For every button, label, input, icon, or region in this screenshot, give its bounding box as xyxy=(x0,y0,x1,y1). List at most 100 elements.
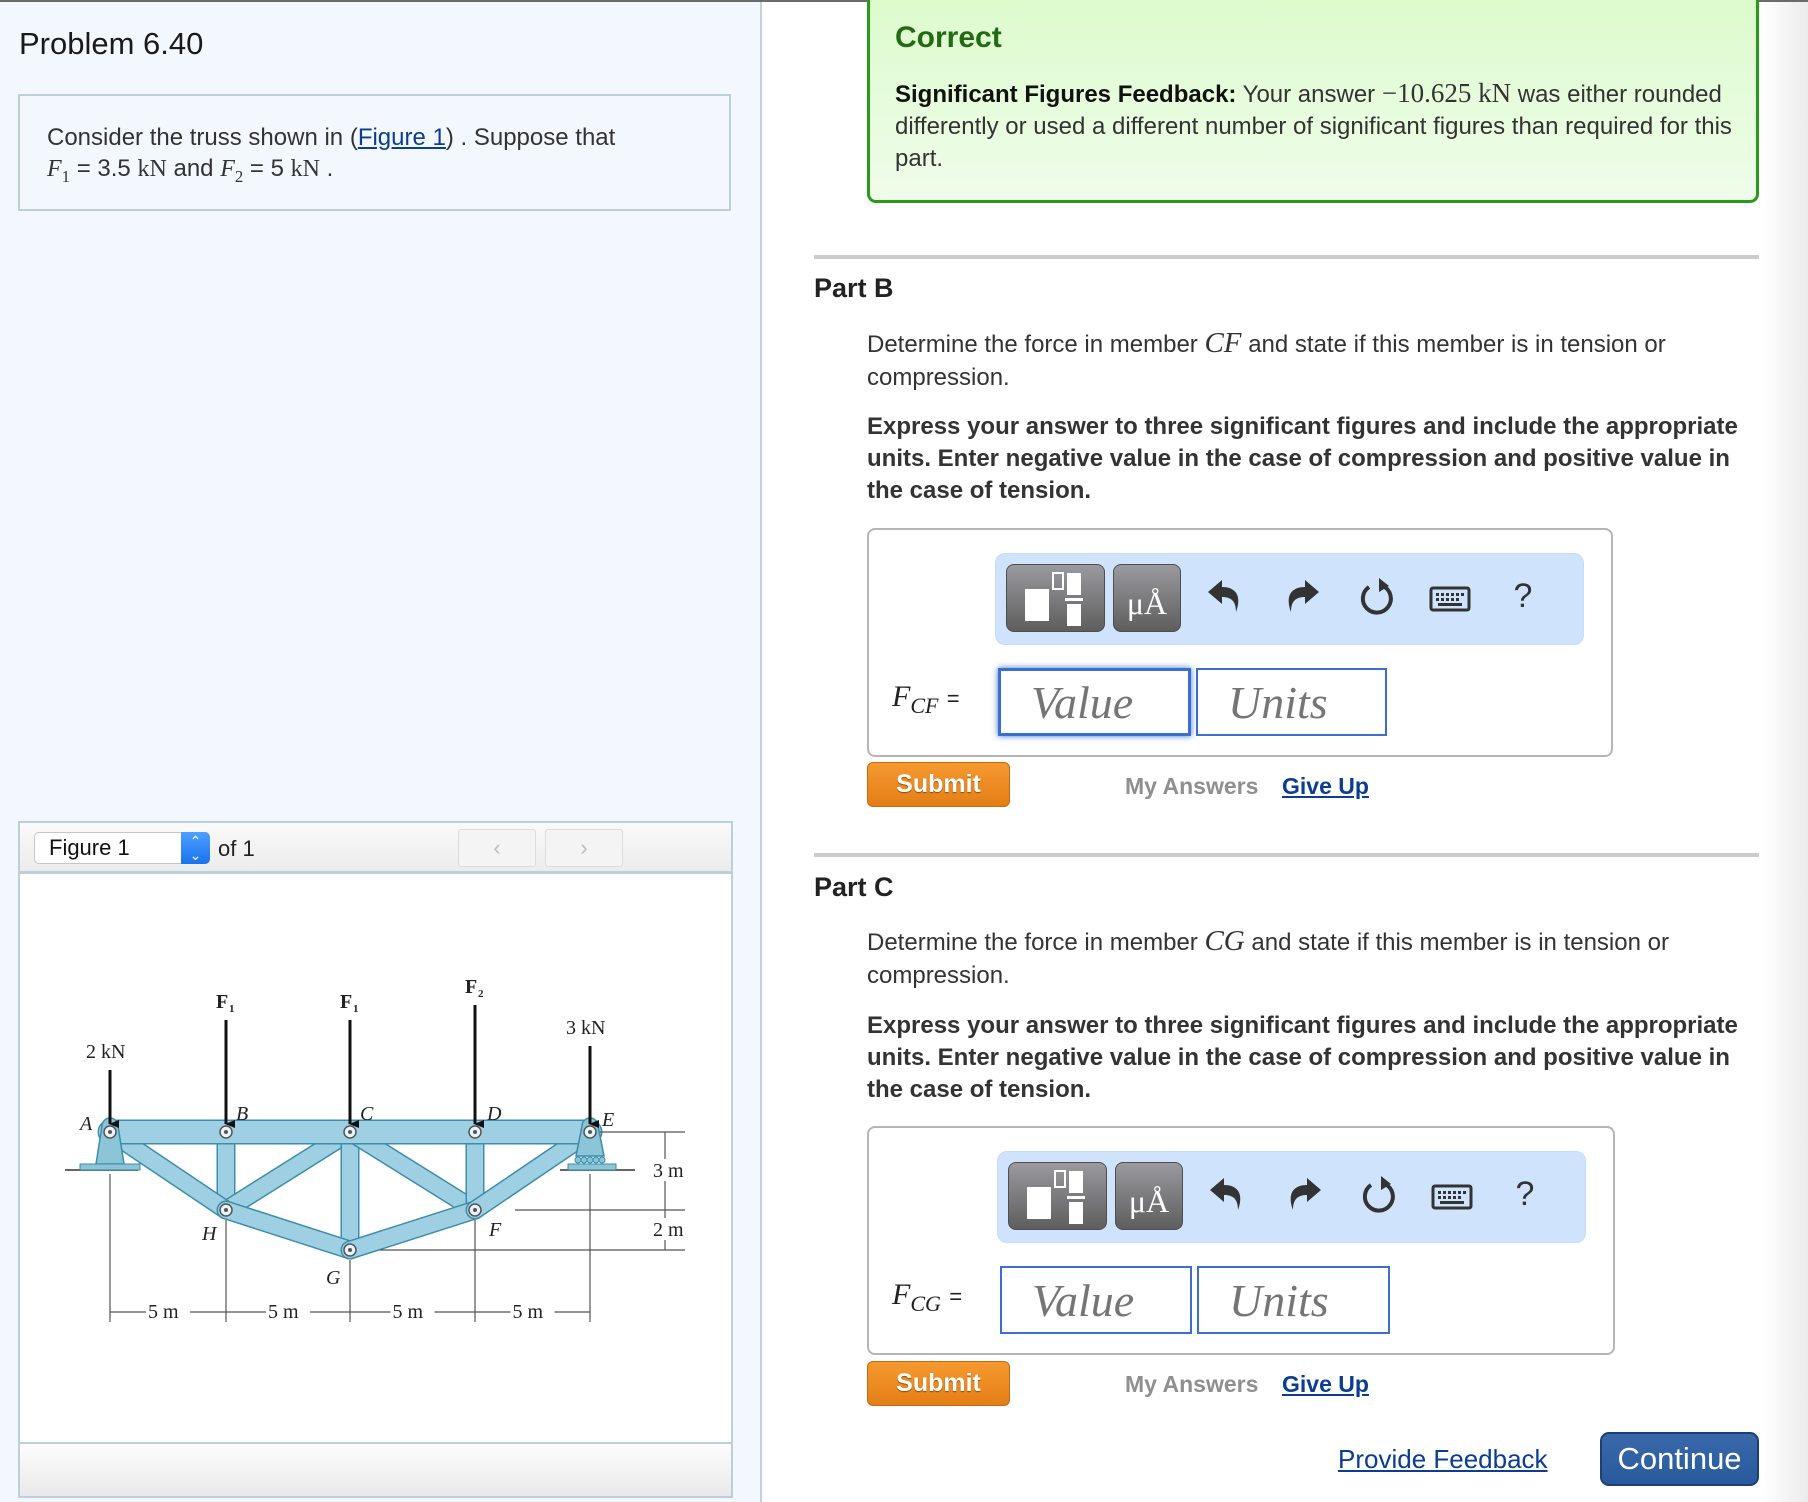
height-dimension-label-1: 3 m xyxy=(653,1160,684,1182)
prev-figure-button[interactable]: ‹ xyxy=(458,829,536,867)
help-icon[interactable]: ? xyxy=(1503,1172,1547,1222)
fraction-template-icon xyxy=(1027,1170,1085,1224)
redo-icon[interactable] xyxy=(1279,574,1323,624)
f2-unit: kN xyxy=(290,156,320,182)
part-b-instructions: Express your answer to three significant… xyxy=(867,413,1738,504)
feedback-label: Significant Figures Feedback: xyxy=(895,81,1237,108)
my-answers-link[interactable]: My Answers xyxy=(1125,1371,1258,1398)
roller-icon xyxy=(586,1156,594,1164)
statement-text: ) . Suppose that xyxy=(445,124,616,151)
f1-symbol: F xyxy=(47,156,62,182)
question-text: Determine the force in member xyxy=(867,929,1205,956)
equals-sign: = xyxy=(949,1284,963,1309)
feedback-title: Correct xyxy=(895,21,1002,54)
units-button[interactable]: μÅ xyxy=(1113,564,1181,632)
keyboard-icon[interactable] xyxy=(1428,574,1472,624)
chevron-right-icon: › xyxy=(580,835,588,860)
math-toolbar: μÅ ? xyxy=(997,1151,1586,1243)
undo-icon[interactable] xyxy=(1206,1172,1250,1222)
joint-pin-center xyxy=(348,1248,352,1252)
submit-button[interactable]: Submit xyxy=(867,762,1010,807)
select-stepper-icon: ⌃ ⌄ xyxy=(181,832,210,864)
math-toolbar: μÅ ? xyxy=(995,553,1584,645)
joint-label-h: H xyxy=(201,1223,218,1245)
problem-panel: Problem 6.40 Consider the truss shown in… xyxy=(0,2,762,1502)
roller-icon xyxy=(598,1156,606,1164)
units-button[interactable]: μÅ xyxy=(1115,1162,1183,1230)
member-name: CG xyxy=(1204,925,1245,957)
value-input[interactable] xyxy=(998,668,1191,736)
load-label-b: F xyxy=(216,991,228,1013)
joint-label-c: C xyxy=(360,1103,374,1125)
continue-button[interactable]: Continue xyxy=(1600,1432,1759,1486)
figure-link[interactable]: Figure 1 xyxy=(358,124,446,151)
support-base-a xyxy=(79,1163,141,1171)
joint-label-b: B xyxy=(236,1103,248,1125)
value-input[interactable] xyxy=(1000,1266,1192,1334)
part-c-label: Part C xyxy=(814,872,894,902)
answer-label: FCF = xyxy=(892,680,960,719)
height-dimension-label-2: 2 m xyxy=(653,1219,684,1241)
reset-icon[interactable] xyxy=(1357,1172,1401,1222)
units-input[interactable] xyxy=(1196,668,1387,736)
redo-icon[interactable] xyxy=(1281,1172,1325,1222)
joint-label-d: D xyxy=(486,1103,502,1125)
help-icon[interactable]: ? xyxy=(1501,574,1545,624)
problem-statement-box: Consider the truss shown in (Figure 1) .… xyxy=(18,94,731,211)
joint-pin-center xyxy=(108,1130,112,1134)
right-gutter xyxy=(1762,2,1808,1502)
f1-unit: kN xyxy=(137,156,167,182)
f2-symbol: F xyxy=(220,156,235,182)
part-b-question: Determine the force in member CF and sta… xyxy=(867,327,1757,394)
feedback-correct-box: Correct Significant Figures Feedback: Yo… xyxy=(867,0,1759,203)
and-text: and xyxy=(166,155,221,182)
equals-sign: = xyxy=(946,686,960,711)
provide-feedback-link[interactable]: Provide Feedback xyxy=(1338,1444,1548,1475)
answer-label: FCG = xyxy=(892,1278,962,1317)
load-label-d-sub: 2 xyxy=(478,988,484,1000)
statement-text: Consider the truss shown in ( xyxy=(47,124,358,151)
submit-button[interactable]: Submit xyxy=(867,1361,1010,1406)
templates-button[interactable] xyxy=(1008,1162,1107,1230)
span-dimension-label-2: 5 m xyxy=(268,1301,299,1323)
problem-title: Problem 6.40 xyxy=(19,26,204,61)
units-input[interactable] xyxy=(1197,1266,1390,1334)
support-base-e xyxy=(567,1163,617,1171)
part-b-answer-box: μÅ ? FCF = xyxy=(867,528,1613,757)
templates-button[interactable] xyxy=(1006,564,1105,632)
question-text: Determine the force in member xyxy=(867,331,1205,358)
figure-select[interactable]: Figure 1 ⌃ ⌄ xyxy=(34,832,210,864)
units-icon: μÅ xyxy=(1126,585,1168,621)
joint-pin-center xyxy=(588,1130,592,1134)
part-b-divider xyxy=(814,255,1759,259)
f2-subscript: 2 xyxy=(234,166,244,186)
answer-symbol: F xyxy=(892,680,911,713)
joint-label-g: G xyxy=(326,1267,341,1289)
span-dimension-label-1: 5 m xyxy=(148,1301,179,1323)
joint-label-a: A xyxy=(78,1113,93,1135)
part-b-label: Part B xyxy=(814,273,894,303)
keyboard-icon[interactable] xyxy=(1430,1172,1474,1222)
give-up-link[interactable]: Give Up xyxy=(1282,773,1369,800)
give-up-link[interactable]: Give Up xyxy=(1282,1371,1369,1398)
member-hg xyxy=(218,1202,358,1258)
my-answers-link[interactable]: My Answers xyxy=(1125,773,1258,800)
reset-icon[interactable] xyxy=(1355,574,1399,624)
undo-icon[interactable] xyxy=(1204,574,1248,624)
joint-label-f: F xyxy=(488,1219,502,1241)
figure-select-value: Figure 1 xyxy=(49,835,130,860)
next-figure-button[interactable]: › xyxy=(545,829,623,867)
answer-subscript: CF xyxy=(910,693,939,718)
joint-pin-center xyxy=(224,1130,228,1134)
load-label-b-sub: 1 xyxy=(229,1003,235,1015)
figure-viewer: Figure 1 ⌃ ⌄ of 1 ‹ › 2 kN F 1 F 1 F 2 3 kN A B C D E… xyxy=(18,821,733,1498)
member-gf xyxy=(342,1202,483,1258)
joint-pin-center xyxy=(224,1208,228,1212)
roller-icon xyxy=(592,1156,600,1164)
part-c-answer-box: μÅ ? FCG = xyxy=(867,1126,1615,1355)
load-label-c-sub: 1 xyxy=(353,1003,359,1015)
f2-value: = 5 xyxy=(243,155,291,182)
joint-pin-center xyxy=(348,1130,352,1134)
joint-pin-center xyxy=(473,1130,477,1134)
part-c-instructions: Express your answer to three significant… xyxy=(867,1012,1738,1103)
